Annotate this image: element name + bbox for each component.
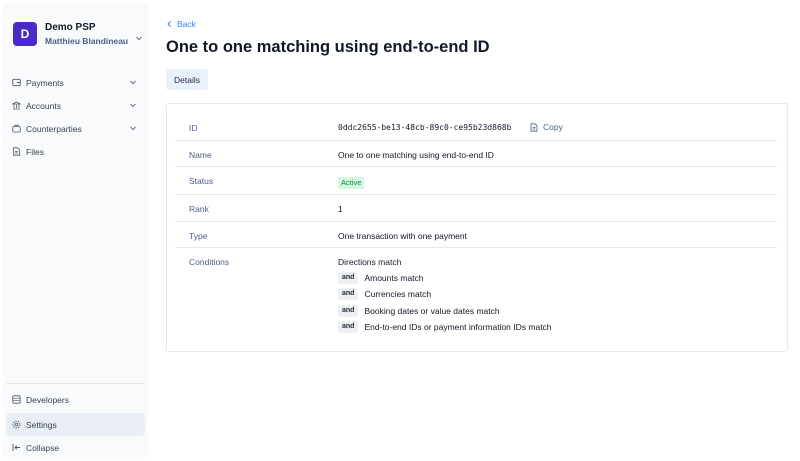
condition-item: and Amounts match	[338, 272, 424, 284]
copy-button[interactable]: Copy	[530, 122, 563, 132]
developers-icon	[12, 395, 21, 404]
sidebar-item-developers[interactable]: Developers	[6, 388, 145, 411]
details-card: ID 0ddc2655-be13-48cb-89c0-ce95b23d868b …	[166, 103, 788, 352]
chevron-left-icon	[166, 20, 173, 28]
sidebar-item-label: Settings	[26, 419, 57, 430]
sidebar-item-collapse[interactable]: Collapse	[6, 436, 145, 459]
sidebar-item-label: Collapse	[26, 442, 60, 453]
chevron-down-icon	[135, 29, 143, 47]
sidebar-item-label: Developers	[26, 394, 69, 405]
type-value: One transaction with one payment	[338, 231, 467, 241]
detail-row-status: Status Active	[175, 167, 777, 195]
sidebar-item-label: Counterparties	[26, 123, 82, 134]
sidebar-item-accounts[interactable]: Accounts	[6, 94, 145, 117]
sidebar-nav: Payments Accounts Counterparties Files	[6, 71, 145, 163]
condition-text: End-to-end IDs or payment information ID…	[364, 322, 552, 332]
sidebar-item-files[interactable]: Files	[6, 140, 145, 163]
and-badge: and	[338, 288, 359, 300]
and-badge: and	[338, 305, 359, 317]
page-title: One to one matching using end-to-end ID	[166, 38, 490, 56]
rank-value: 1	[338, 204, 343, 214]
sidebar-item-settings[interactable]: Settings	[6, 413, 145, 436]
and-badge: and	[338, 321, 359, 333]
chevron-down-icon	[129, 124, 137, 134]
file-icon	[12, 147, 21, 156]
detail-row-conditions: Conditions Directions match and Amounts …	[175, 248, 777, 348]
detail-row-rank: Rank 1	[175, 195, 777, 222]
condition-text: Currencies match	[364, 289, 432, 299]
workspace-user: Matthieu Blandineau	[45, 36, 129, 46]
collapse-icon	[12, 443, 21, 452]
condition-first: Directions match	[338, 257, 402, 267]
sidebar-item-label: Files	[26, 146, 44, 157]
sidebar-divider	[6, 383, 145, 384]
status-badge: Active	[338, 177, 365, 189]
id-value: 0ddc2655-be13-48cb-89c0-ce95b23d868b	[338, 123, 512, 132]
workspace-name: Demo PSP	[45, 22, 96, 33]
copy-label: Copy	[543, 122, 563, 132]
name-label: Name	[189, 150, 212, 160]
detail-row-id: ID 0ddc2655-be13-48cb-89c0-ce95b23d868b …	[175, 104, 777, 141]
condition-item: and Booking dates or value dates match	[338, 305, 500, 317]
sidebar-bottom-nav: Developers Settings Collapse	[6, 388, 145, 459]
chevron-down-icon	[129, 78, 137, 88]
and-badge: and	[338, 272, 359, 284]
chevron-down-icon	[129, 101, 137, 111]
name-value: One to one matching using end-to-end ID	[338, 150, 494, 160]
condition-item: and End-to-end IDs or payment informatio…	[338, 321, 552, 333]
bank-icon	[12, 101, 21, 110]
conditions-label: Conditions	[189, 257, 230, 267]
detail-row-type: Type One transaction with one payment	[175, 222, 777, 248]
sidebar-item-counterparties[interactable]: Counterparties	[6, 117, 145, 140]
detail-row-name: Name One to one matching using end-to-en…	[175, 141, 777, 167]
id-label: ID	[189, 123, 198, 133]
condition-text: Amounts match	[364, 273, 424, 283]
counterparties-icon	[12, 124, 21, 133]
workspace-avatar: D	[13, 22, 37, 46]
tab-details[interactable]: Details	[166, 69, 208, 90]
rank-label: Rank	[189, 204, 209, 214]
condition-text: Booking dates or value dates match	[364, 306, 500, 316]
gear-icon	[12, 420, 21, 429]
condition-item: and Currencies match	[338, 288, 431, 300]
payments-icon	[12, 78, 21, 87]
sidebar-item-label: Accounts	[26, 100, 61, 111]
sidebar-item-payments[interactable]: Payments	[6, 71, 145, 94]
status-label: Status	[189, 176, 214, 186]
type-label: Type	[189, 231, 208, 241]
copy-icon	[530, 122, 538, 132]
sidebar-item-label: Payments	[26, 77, 64, 88]
back-label: Back	[177, 19, 196, 29]
back-link[interactable]: Back	[166, 19, 196, 29]
sidebar: D Demo PSP Matthieu Blandineau Payments …	[3, 3, 148, 459]
workspace-switcher[interactable]: D Demo PSP Matthieu Blandineau	[10, 17, 146, 51]
